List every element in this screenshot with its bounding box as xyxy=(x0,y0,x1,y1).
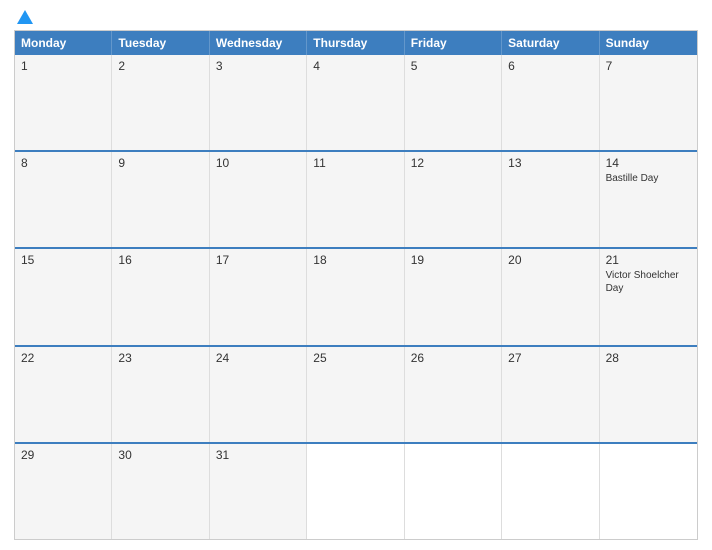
day-cell: 1 xyxy=(15,55,112,150)
day-number: 24 xyxy=(216,351,300,365)
day-number: 18 xyxy=(313,253,397,267)
day-cell: 23 xyxy=(112,347,209,442)
week-row-2: 89 10 11 12 13 14 Bastille Day xyxy=(15,150,697,247)
day-number: 10 xyxy=(216,156,300,170)
day-cell: 8 xyxy=(15,152,112,247)
day-number: 29 xyxy=(21,448,105,462)
calendar-header xyxy=(14,10,698,24)
day-number: 28 xyxy=(606,351,691,365)
week-row-1: 1234567 xyxy=(15,55,697,150)
day-cell: 18 xyxy=(307,249,404,344)
day-number: 2 xyxy=(118,59,202,73)
day-cell: 19 xyxy=(405,249,502,344)
day-number: 16 xyxy=(118,253,202,267)
day-number: 8 xyxy=(21,156,105,170)
logo-blue-text xyxy=(14,10,33,24)
day-cell xyxy=(307,444,404,539)
day-cell: 25 xyxy=(307,347,404,442)
day-name-monday: Monday xyxy=(15,31,112,55)
day-cell: 29 xyxy=(15,444,112,539)
day-name-saturday: Saturday xyxy=(502,31,599,55)
week-row-3: 15 16 17 18 19 20 21 Victor Shoelcher Day xyxy=(15,247,697,344)
day-number: 9 xyxy=(118,156,202,170)
day-cell: 31 xyxy=(210,444,307,539)
day-cell: 6 xyxy=(502,55,599,150)
day-cell: 27 xyxy=(502,347,599,442)
day-number: 30 xyxy=(118,448,202,462)
day-cell: 26 xyxy=(405,347,502,442)
day-name-sunday: Sunday xyxy=(600,31,697,55)
day-number: 26 xyxy=(411,351,495,365)
day-number: 6 xyxy=(508,59,592,73)
day-number: 25 xyxy=(313,351,397,365)
event-text: Bastille Day xyxy=(606,172,691,185)
day-cell: 21 Victor Shoelcher Day xyxy=(600,249,697,344)
day-cell: 14 Bastille Day xyxy=(600,152,697,247)
day-cell xyxy=(502,444,599,539)
day-cell: 28 xyxy=(600,347,697,442)
logo xyxy=(14,10,33,24)
day-name-friday: Friday xyxy=(405,31,502,55)
calendar-page: MondayTuesdayWednesdayThursdayFridaySatu… xyxy=(0,0,712,550)
day-cell: 5 xyxy=(405,55,502,150)
day-number: 13 xyxy=(508,156,592,170)
day-cell: 2 xyxy=(112,55,209,150)
day-number: 27 xyxy=(508,351,592,365)
day-number: 15 xyxy=(21,253,105,267)
day-number: 14 xyxy=(606,156,691,170)
day-number: 4 xyxy=(313,59,397,73)
week-row-4: 22 23 24 25 26 27 28 xyxy=(15,345,697,442)
days-header: MondayTuesdayWednesdayThursdayFridaySatu… xyxy=(15,31,697,55)
weeks-container: 1234567891011121314Bastille Day151617181… xyxy=(15,55,697,539)
day-number: 23 xyxy=(118,351,202,365)
day-number: 11 xyxy=(313,156,397,170)
day-number: 19 xyxy=(411,253,495,267)
day-cell: 17 xyxy=(210,249,307,344)
day-cell: 12 xyxy=(405,152,502,247)
day-name-wednesday: Wednesday xyxy=(210,31,307,55)
day-number: 17 xyxy=(216,253,300,267)
day-cell: 11 xyxy=(307,152,404,247)
day-cell: 10 xyxy=(210,152,307,247)
day-number: 31 xyxy=(216,448,300,462)
day-number: 5 xyxy=(411,59,495,73)
day-cell: 16 xyxy=(112,249,209,344)
logo-triangle-icon xyxy=(17,10,33,24)
day-cell: 3 xyxy=(210,55,307,150)
day-number: 21 xyxy=(606,253,691,267)
day-number: 22 xyxy=(21,351,105,365)
day-number: 7 xyxy=(606,59,691,73)
day-number: 12 xyxy=(411,156,495,170)
day-cell: 4 xyxy=(307,55,404,150)
day-cell xyxy=(600,444,697,539)
day-cell: 24 xyxy=(210,347,307,442)
day-cell: 7 xyxy=(600,55,697,150)
week-row-5: 29 30 31 xyxy=(15,442,697,539)
day-cell: 13 xyxy=(502,152,599,247)
day-number: 20 xyxy=(508,253,592,267)
day-name-tuesday: Tuesday xyxy=(112,31,209,55)
event-text: Victor Shoelcher Day xyxy=(606,269,691,295)
day-number: 1 xyxy=(21,59,105,73)
day-cell: 9 xyxy=(112,152,209,247)
day-name-thursday: Thursday xyxy=(307,31,404,55)
day-cell: 20 xyxy=(502,249,599,344)
day-number: 3 xyxy=(216,59,300,73)
day-cell: 15 xyxy=(15,249,112,344)
day-cell: 22 xyxy=(15,347,112,442)
day-cell xyxy=(405,444,502,539)
day-cell: 30 xyxy=(112,444,209,539)
calendar-grid: MondayTuesdayWednesdayThursdayFridaySatu… xyxy=(14,30,698,540)
